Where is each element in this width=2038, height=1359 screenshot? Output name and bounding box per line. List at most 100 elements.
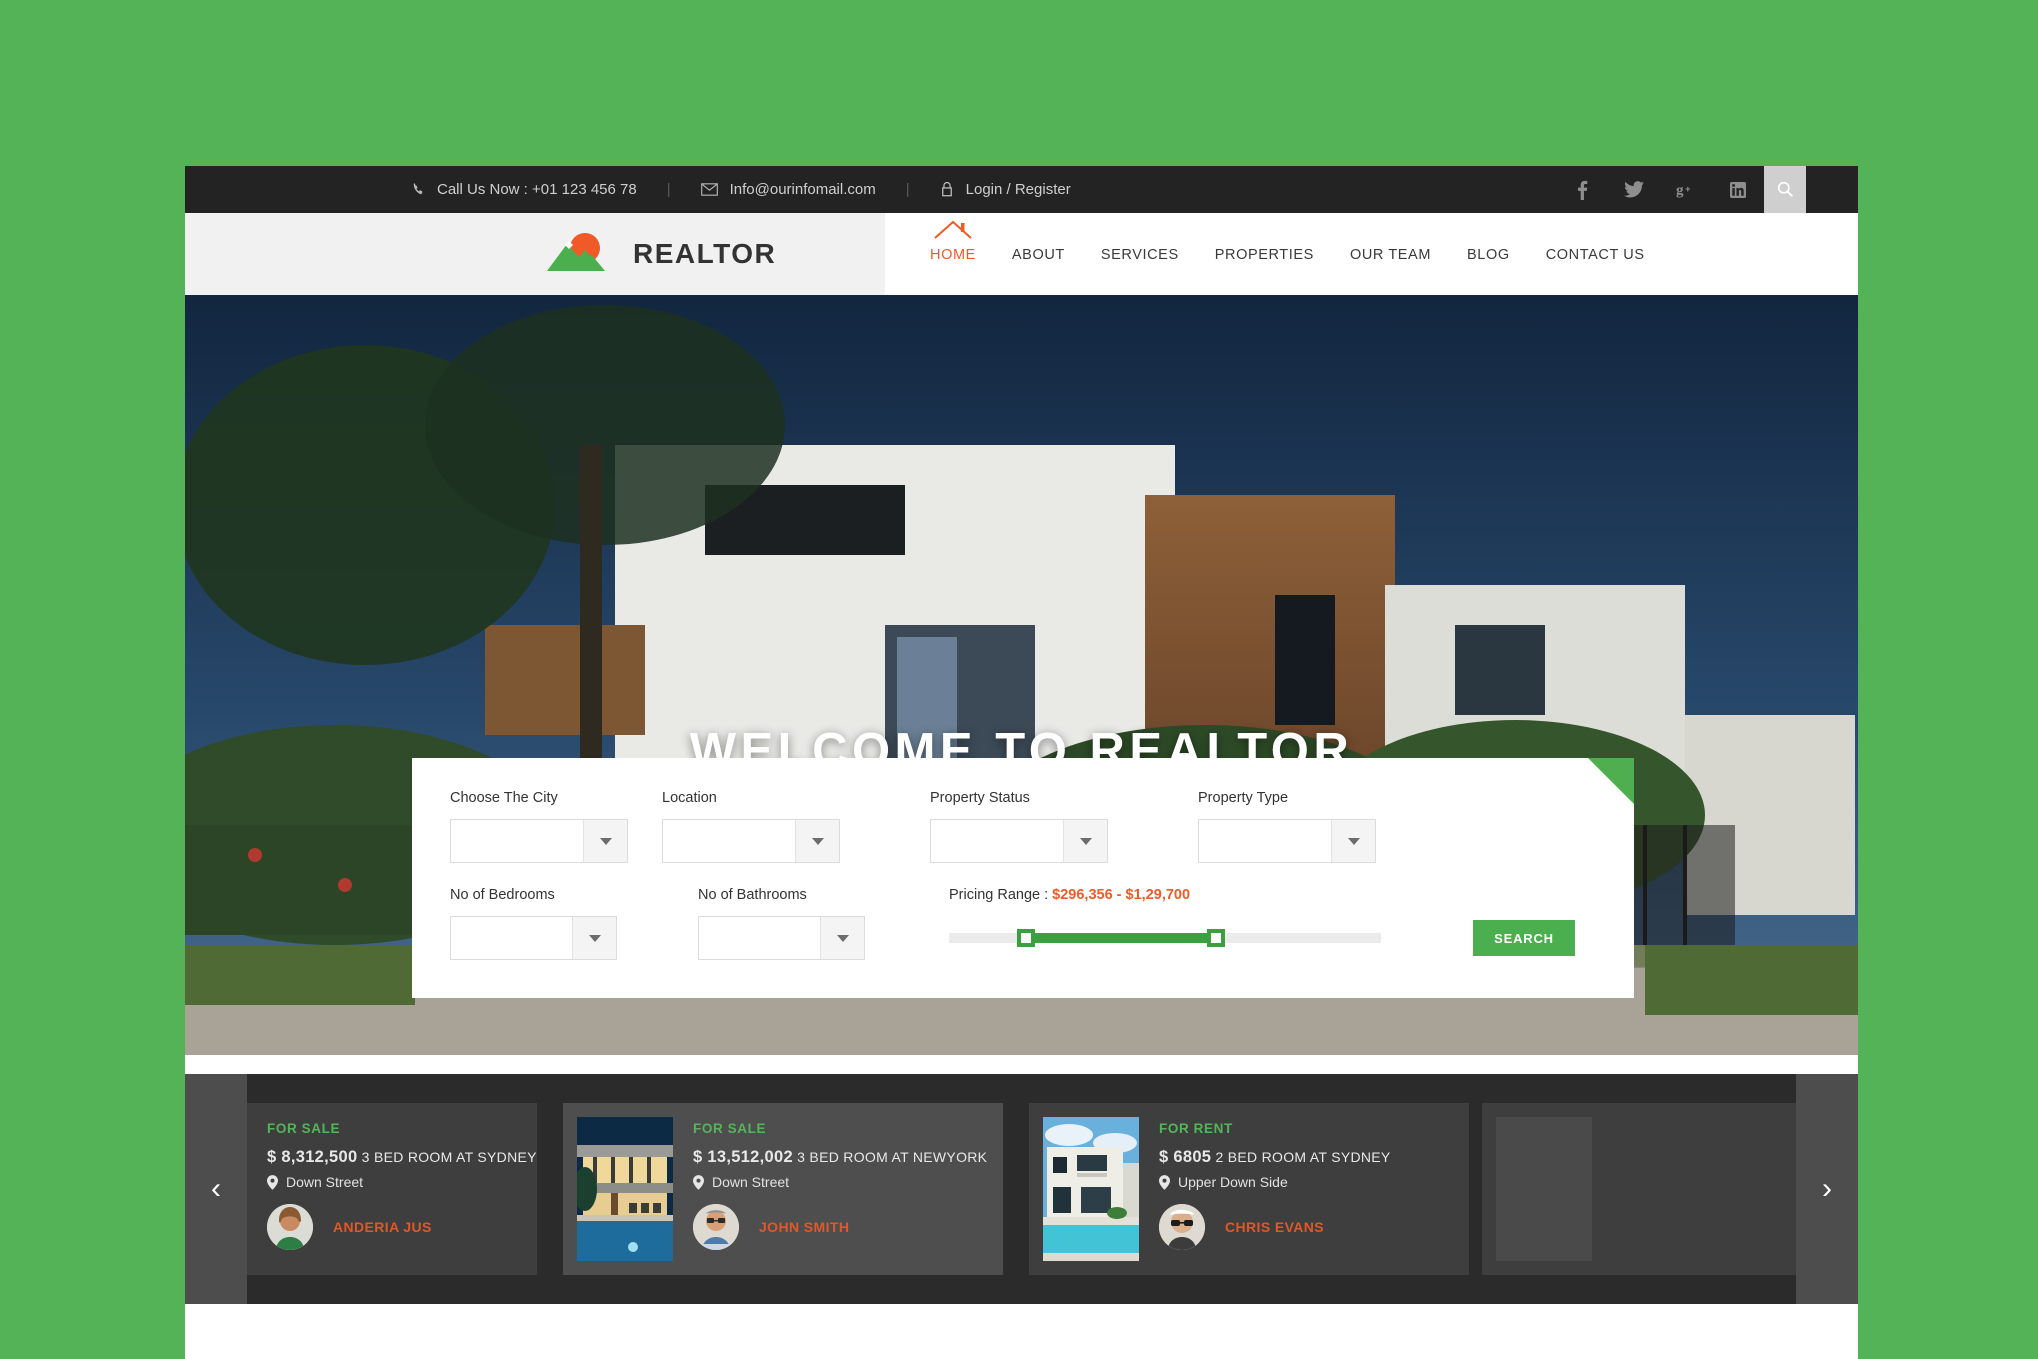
nav-item-contact-us[interactable]: CONTACT US <box>1546 245 1645 263</box>
carousel-prev-button[interactable]: ‹ <box>185 1074 247 1304</box>
chevron-down-icon <box>1063 820 1107 862</box>
property-agent[interactable]: JOHN SMITH <box>693 1204 989 1250</box>
map-pin-icon <box>1159 1174 1170 1190</box>
property-title: $ 6805 2 BED ROOM AT SYDNEY <box>1159 1148 1455 1167</box>
property-location: Down Street <box>693 1174 989 1190</box>
property-location: Down Street <box>267 1174 537 1190</box>
label-property-type: Property Type <box>1198 790 1289 806</box>
phone-icon <box>410 181 425 198</box>
main-navigation: HOME ABOUT SERVICES PROPERTIES OUR TEAM … <box>885 213 1858 295</box>
nav-label-blog: BLOG <box>1467 247 1510 263</box>
agent-name: CHRIS EVANS <box>1225 1219 1325 1235</box>
realtor-logo-icon <box>545 231 623 277</box>
select-choose-the-city[interactable] <box>450 819 628 863</box>
property-agent[interactable]: CHRIS EVANS <box>1159 1204 1455 1250</box>
property-title: $ 13,512,002 3 BED ROOM AT NEWYORK <box>693 1148 989 1167</box>
property-status-badge: FOR SALE <box>267 1121 341 1136</box>
property-price: $ 6805 <box>1159 1148 1212 1166</box>
price-range-slider[interactable] <box>949 916 1381 960</box>
property-info: FOR RENT $ 6805 2 BED ROOM AT SYDNEY Upp… <box>1159 1117 1455 1261</box>
nav-item-home[interactable]: HOME <box>930 220 976 263</box>
property-card[interactable]: FOR SALE $ 8,312,500 3 BED ROOM AT SYDNE… <box>247 1103 537 1275</box>
nav-label-properties: PROPERTIES <box>1214 247 1314 263</box>
email-text: Info@ourinfomail.com <box>729 181 876 198</box>
property-card[interactable]: FOR RENT $ 6805 2 BED ROOM AT SYDNEY Upp… <box>1029 1103 1469 1275</box>
label-location: Location <box>662 790 717 806</box>
nav-item-properties[interactable]: PROPERTIES <box>1215 245 1314 263</box>
property-status-badge: FOR SALE <box>693 1121 767 1136</box>
property-info <box>1612 1117 1796 1261</box>
chevron-down-icon <box>795 820 839 862</box>
chevron-right-icon: › <box>1822 1172 1832 1205</box>
select-no-of-bathrooms[interactable] <box>698 916 865 960</box>
nav-label-home: HOME <box>930 247 976 263</box>
agent-name: JOHN SMITH <box>759 1219 850 1235</box>
carousel-next-button[interactable]: › <box>1796 1074 1858 1304</box>
linkedin-icon[interactable] <box>1712 166 1764 213</box>
login-register-link[interactable]: Login / Register <box>940 181 1071 198</box>
envelope-icon <box>700 183 718 196</box>
slider-handle-min[interactable] <box>1017 929 1035 947</box>
nav-label-about: ABOUT <box>1011 247 1065 263</box>
label-property-status: Property Status <box>930 790 1030 806</box>
select-property-type[interactable] <box>1198 819 1376 863</box>
property-status-badge: FOR RENT <box>1159 1121 1233 1136</box>
select-property-status[interactable] <box>930 819 1108 863</box>
carousel-track: FOR SALE $ 8,312,500 3 BED ROOM AT SYDNE… <box>247 1074 1796 1304</box>
svg-text:g: g <box>1676 183 1684 199</box>
google-plus-icon[interactable]: g + <box>1660 166 1712 213</box>
select-value-no-of-bathrooms <box>699 917 820 959</box>
label-choose-the-city: Choose The City <box>450 790 558 806</box>
phone-text: Call Us Now : +01 123 456 78 <box>437 181 637 198</box>
nav-item-services[interactable]: SERVICES <box>1101 245 1179 263</box>
field-location: Location <box>662 790 840 863</box>
property-card-partial[interactable] <box>1482 1103 1796 1275</box>
property-thumbnail <box>577 1117 673 1261</box>
twitter-icon[interactable] <box>1608 166 1660 213</box>
property-card[interactable]: FOR SALE $ 13,512,002 3 BED ROOM AT NEWY… <box>563 1103 1003 1275</box>
search-toggle-button[interactable] <box>1764 166 1806 213</box>
top-social-group: g + <box>1556 166 1858 213</box>
property-title: $ 8,312,500 3 BED ROOM AT SYDNEY <box>267 1148 537 1167</box>
map-pin-icon <box>267 1174 278 1190</box>
email-contact[interactable]: Info@ourinfomail.com <box>700 181 876 198</box>
login-register-text: Login / Register <box>965 181 1071 198</box>
nav-item-blog[interactable]: BLOG <box>1467 245 1510 263</box>
property-detail: 3 BED ROOM AT SYDNEY <box>361 1149 537 1165</box>
select-location[interactable] <box>662 819 840 863</box>
property-price: $ 8,312,500 <box>267 1148 358 1166</box>
property-agent[interactable]: ANDERIA JUS <box>267 1204 537 1250</box>
chevron-down-icon <box>820 917 864 959</box>
field-choose-the-city: Choose The City <box>450 790 628 863</box>
nav-item-about[interactable]: ABOUT <box>1012 245 1065 263</box>
avatar <box>267 1204 313 1250</box>
search-row-1: Choose The City Location Property Status <box>450 790 1596 863</box>
property-detail: 2 BED ROOM AT SYDNEY <box>1215 1149 1391 1165</box>
select-no-of-bedrooms[interactable] <box>450 916 617 960</box>
phone-contact[interactable]: Call Us Now : +01 123 456 78 <box>410 181 637 198</box>
logo-area[interactable]: REALTOR <box>185 213 885 295</box>
browser-page: Call Us Now : +01 123 456 78 | Info@ouri… <box>185 166 1858 1359</box>
avatar <box>1159 1204 1205 1250</box>
label-no-of-bedrooms: No of Bedrooms <box>450 887 555 903</box>
select-value-property-type <box>1199 820 1331 862</box>
pricing-range-value: $296,356 - $1,29,700 <box>1052 887 1191 903</box>
property-detail: 3 BED ROOM AT NEWYORK <box>797 1149 988 1165</box>
select-value-choose-the-city <box>451 820 583 862</box>
chevron-down-icon <box>572 917 616 959</box>
chevron-down-icon <box>1331 820 1375 862</box>
roof-icon <box>932 219 974 245</box>
slider-selected-range <box>1024 933 1224 943</box>
pricing-range-caption: Pricing Range : <box>949 887 1053 903</box>
facebook-icon[interactable] <box>1556 166 1608 213</box>
field-property-status: Property Status <box>930 790 1108 863</box>
search-button[interactable]: SEARCH <box>1473 920 1575 956</box>
featured-properties-carousel: ‹ FOR SALE $ 8,312,500 3 BED ROOM AT SYD… <box>185 1074 1858 1304</box>
property-location-text: Down Street <box>712 1174 790 1190</box>
field-no-of-bedrooms: No of Bedrooms <box>450 887 617 960</box>
chevron-left-icon: ‹ <box>211 1172 221 1205</box>
slider-handle-max[interactable] <box>1207 929 1225 947</box>
property-info: FOR SALE $ 13,512,002 3 BED ROOM AT NEWY… <box>693 1117 989 1261</box>
nav-item-our-team[interactable]: OUR TEAM <box>1350 245 1431 263</box>
panel-corner-accent <box>1588 758 1634 804</box>
